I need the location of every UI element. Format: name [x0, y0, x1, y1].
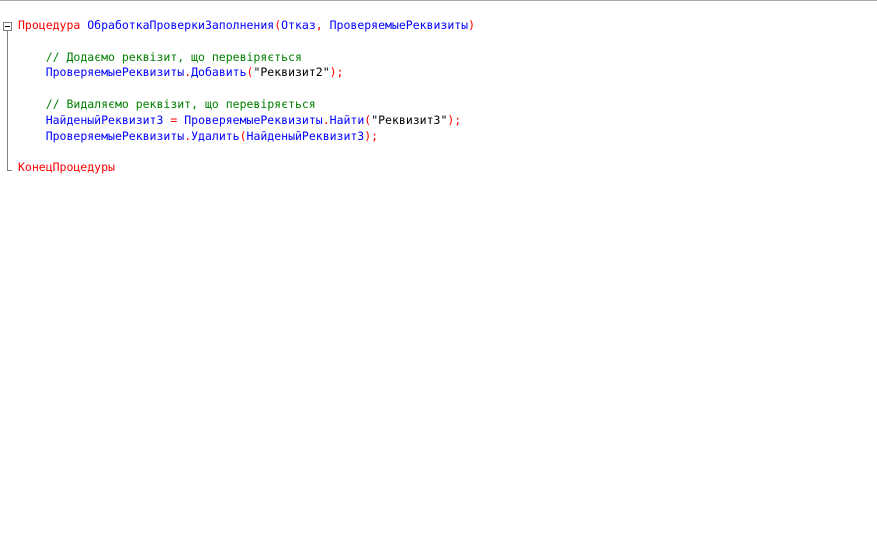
- code-token: ПроверяемыеРеквизиты: [329, 18, 469, 32]
- code-token: Удалить: [191, 128, 240, 143]
- code-token: );: [447, 112, 462, 127]
- code-line[interactable]: [18, 81, 475, 97]
- code-line[interactable]: Процедура ОбработкаПроверкиЗаполнения(От…: [18, 18, 475, 34]
- code-line[interactable]: КонецПроцедуры: [18, 160, 475, 176]
- code-token: ОбработкаПроверкиЗаполнения: [87, 18, 275, 32]
- code-token: НайденыйРеквизит3: [45, 112, 164, 127]
- code-token: // Видаляємо реквізит, що перевіряється: [45, 96, 316, 111]
- code-token: ПроверяемыеРеквизиты: [45, 128, 185, 143]
- code-token: ПроверяемыеРеквизиты: [184, 112, 323, 127]
- code-line[interactable]: // Додаємо реквізит, що перевіряється: [18, 50, 475, 66]
- fold-collapse-icon[interactable]: [3, 22, 12, 31]
- code-token: Отказ: [281, 18, 316, 32]
- code-token: ,: [315, 18, 323, 32]
- code-token: .: [322, 112, 330, 127]
- code-token: (: [239, 128, 247, 143]
- code-line[interactable]: [18, 144, 475, 160]
- code-token: Добавить: [191, 65, 247, 80]
- code-token: НайденыйРеквизит3: [246, 128, 365, 143]
- code-line[interactable]: ПроверяемыеРеквизиты.Удалить(НайденыйРек…: [18, 129, 475, 145]
- code-line[interactable]: [18, 34, 475, 50]
- code-line[interactable]: // Видаляємо реквізит, що перевіряється: [18, 97, 475, 113]
- code-token: // Додаємо реквізит, що перевіряється: [45, 49, 302, 64]
- fold-line: [7, 31, 8, 170]
- code-token: ): [468, 18, 476, 32]
- code-token: "Реквизит3": [371, 112, 448, 127]
- code-line[interactable]: ПроверяемыеРеквизиты.Добавить("Реквизит2…: [18, 65, 475, 81]
- fold-end-marker: [7, 170, 12, 171]
- code-token: "Реквизит2": [253, 65, 330, 80]
- code-area[interactable]: Процедура ОбработкаПроверкиЗаполнения ( От…: [18, 18, 475, 176]
- fold-gutter: [0, 1, 14, 560]
- code-token: Найти: [329, 112, 365, 127]
- code-token: ПроверяемыеРеквизиты: [45, 65, 185, 80]
- code-token: Процедура: [18, 18, 81, 32]
- code-token: КонецПроцедуры: [18, 160, 115, 175]
- code-line[interactable]: НайденыйРеквизит3 = ПроверяемыеРеквизиты…: [18, 113, 475, 129]
- code-token: );: [329, 65, 344, 80]
- code-token: );: [364, 128, 379, 143]
- code-editor[interactable]: Процедура ОбработкаПроверкиЗаполнения ( От…: [0, 0, 877, 560]
